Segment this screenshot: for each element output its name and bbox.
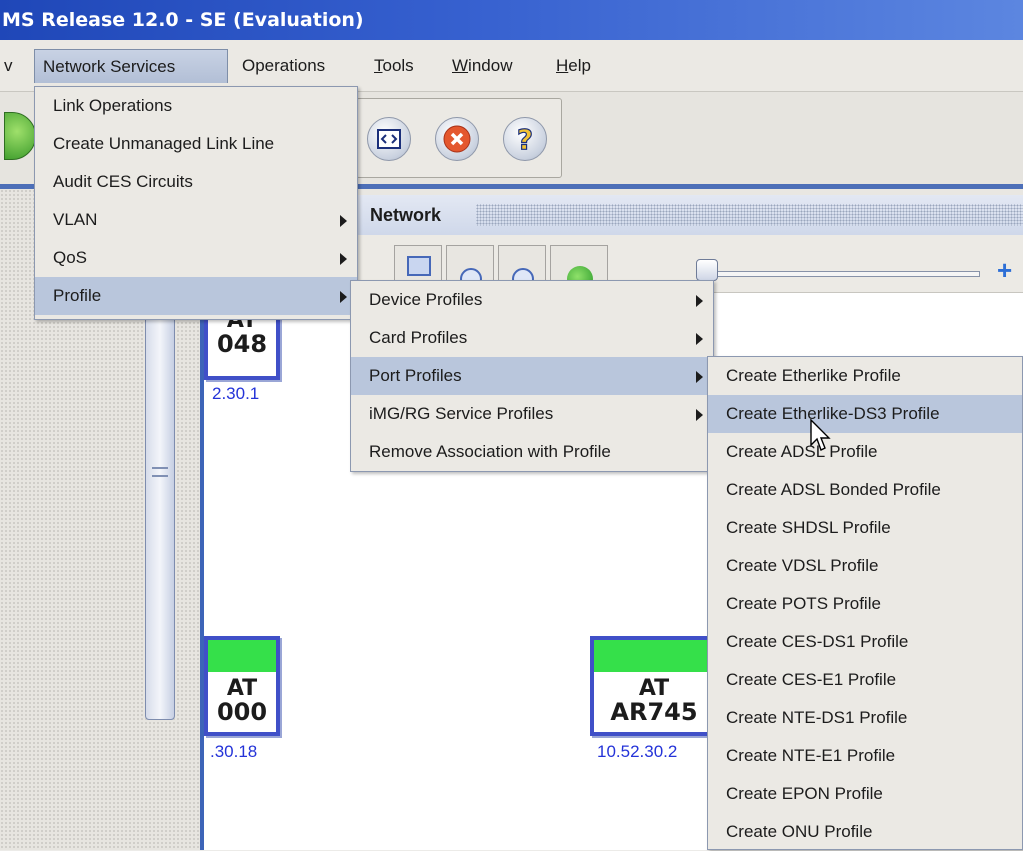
menu-item-create-adsl-bonded-profile[interactable]: Create ADSL Bonded Profile [708, 471, 1022, 509]
console-icon[interactable] [367, 117, 411, 161]
toolbar-button-group: ? [356, 98, 562, 178]
menu-item-create-shdsl-profile[interactable]: Create SHDSL Profile [708, 509, 1022, 547]
menu-item-create-etherlike-profile[interactable]: Create Etherlike Profile [708, 357, 1022, 395]
menu-item-port-profiles[interactable]: Port Profiles [351, 357, 713, 395]
device-label-line2: AR745 [610, 698, 698, 726]
submenu-arrow-icon [696, 295, 703, 307]
refresh-icon[interactable] [4, 112, 36, 160]
title-bar-grip [476, 204, 1023, 226]
submenu-arrow-icon [340, 253, 347, 265]
device-label-line2: 048 [216, 330, 268, 358]
window-title-bar: MS Release 12.0 - SE (Evaluation) [0, 0, 1023, 40]
menu-item-create-vdsl-profile[interactable]: Create VDSL Profile [708, 547, 1022, 585]
profile-submenu: Device Profiles Card Profiles Port Profi… [350, 280, 714, 472]
menu-help[interactable]: Help [548, 49, 599, 83]
device-ip: 10.52.30.2 [597, 742, 678, 761]
menu-network-services[interactable]: Network Services [34, 49, 228, 83]
menu-item-create-pots-profile[interactable]: Create POTS Profile [708, 585, 1022, 623]
device-label-line1: AT [638, 676, 670, 701]
menu-item-link-operations[interactable]: Link Operations [35, 87, 357, 125]
menu-item-create-etherlike-ds3-profile[interactable]: Create Etherlike-DS3 Profile [708, 395, 1022, 433]
select-icon [407, 256, 431, 276]
menu-operations[interactable]: Operations [234, 49, 333, 83]
menu-help-rest: elp [568, 56, 591, 75]
device-label-line1: AT [226, 676, 258, 701]
vertical-scrollbar[interactable] [145, 300, 175, 720]
device-node[interactable]: AT AR745 [590, 636, 718, 736]
scrollbar-grip-icon [152, 467, 168, 477]
menu-item-create-nte-ds1-profile[interactable]: Create NTE-DS1 Profile [708, 699, 1022, 737]
menu-item-img-rg-service-profiles[interactable]: iMG/RG Service Profiles [351, 395, 713, 433]
device-status-bar [594, 640, 714, 672]
zoom-slider-thumb[interactable] [696, 259, 718, 281]
menu-item-create-onu-profile[interactable]: Create ONU Profile [708, 813, 1022, 851]
menu-item-audit-ces-circuits[interactable]: Audit CES Circuits [35, 163, 357, 201]
menu-tools[interactable]: Tools [366, 49, 422, 83]
menu-item-create-nte-e1-profile[interactable]: Create NTE-E1 Profile [708, 737, 1022, 775]
menu-item-card-profiles[interactable]: Card Profiles [351, 319, 713, 357]
help-icon[interactable]: ? [503, 117, 547, 161]
submenu-arrow-icon [696, 333, 703, 345]
submenu-arrow-icon [340, 291, 347, 303]
submenu-arrow-icon [340, 215, 347, 227]
network-services-menu: Link Operations Create Unmanaged Link Li… [34, 86, 358, 320]
menu-item-create-unmanaged-link-line[interactable]: Create Unmanaged Link Line [35, 125, 357, 163]
menu-view[interactable]: v [0, 49, 21, 83]
menu-item-create-ces-ds1-profile[interactable]: Create CES-DS1 Profile [708, 623, 1022, 661]
menu-window[interactable]: Window [444, 49, 520, 83]
device-status-bar [208, 640, 276, 672]
submenu-arrow-icon [696, 371, 703, 383]
svg-text:?: ? [517, 124, 533, 154]
port-profiles-submenu: Create Etherlike Profile Create Etherlik… [707, 356, 1023, 850]
menu-window-rest: indow [468, 56, 513, 75]
zoom-slider-track[interactable] [700, 271, 980, 277]
stop-icon[interactable] [435, 117, 479, 161]
menu-bar: v Network Services Operations Tools Wind… [0, 40, 1023, 92]
device-label-line2: 000 [216, 698, 268, 726]
network-panel-title: Network [370, 205, 442, 225]
menu-tools-rest: ools [382, 56, 414, 75]
menu-item-qos[interactable]: QoS [35, 239, 357, 277]
zoom-plus-icon[interactable]: + [997, 255, 1012, 286]
mouse-cursor-icon [810, 419, 831, 451]
submenu-arrow-icon [696, 409, 703, 421]
device-ip: 2.30.1 [212, 384, 260, 403]
menu-item-device-profiles[interactable]: Device Profiles [351, 281, 713, 319]
window-title: MS Release 12.0 - SE (Evaluation) [2, 9, 364, 31]
device-node[interactable]: AT 000 [204, 636, 280, 736]
menu-item-profile[interactable]: Profile [35, 277, 357, 315]
menu-item-remove-association[interactable]: Remove Association with Profile [351, 433, 713, 471]
menu-item-create-epon-profile[interactable]: Create EPON Profile [708, 775, 1022, 813]
menu-item-create-ces-e1-profile[interactable]: Create CES-E1 Profile [708, 661, 1022, 699]
menu-item-vlan[interactable]: VLAN [35, 201, 357, 239]
device-ip: .30.18 [210, 742, 258, 761]
menu-item-create-adsl-profile[interactable]: Create ADSL Profile [708, 433, 1022, 471]
